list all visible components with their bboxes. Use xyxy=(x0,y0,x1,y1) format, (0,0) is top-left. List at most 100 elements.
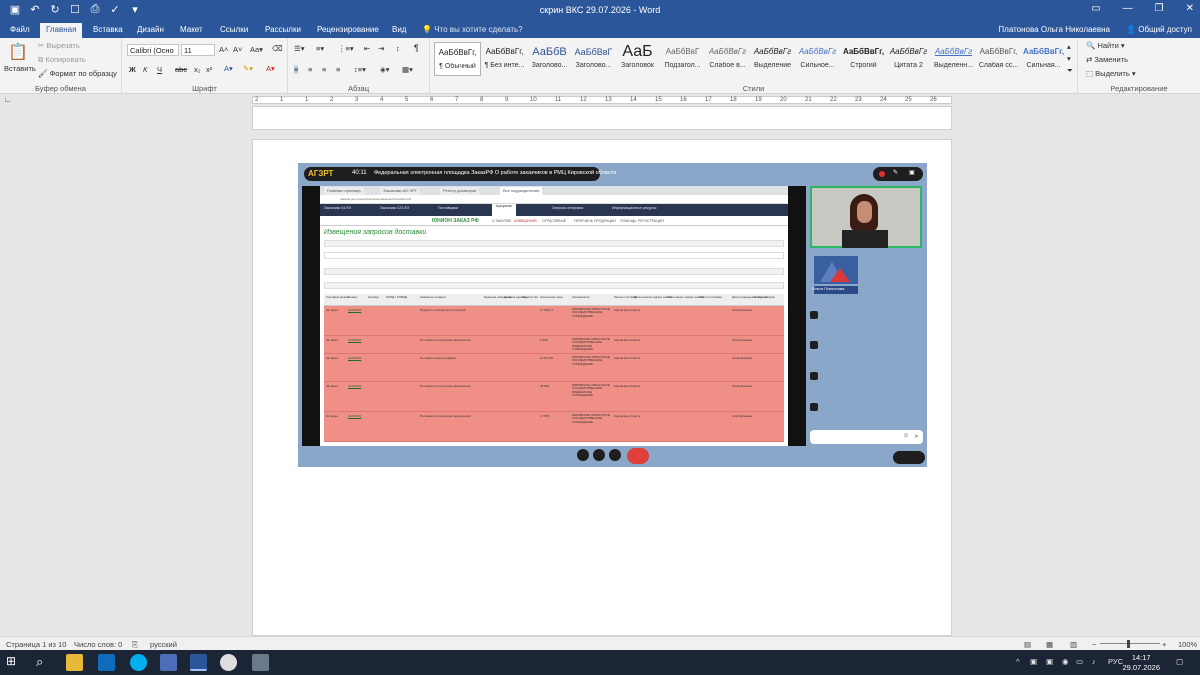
site-nav-item[interactable]: ПЕРЕЧЕНЬ ПРОДУКЦИИ xyxy=(574,219,616,223)
file-explorer-icon[interactable] xyxy=(66,654,83,671)
portal-nav-item[interactable]: Запросы котировок xyxy=(552,206,583,210)
underline-button[interactable]: Ч xyxy=(157,65,162,74)
style-quote[interactable]: АаБбВвГг Цитата 2 xyxy=(885,42,932,76)
minimize-icon[interactable]: — xyxy=(1123,3,1133,14)
participant-tile[interactable]: Ольга Платонова xyxy=(810,252,860,304)
notifications-icon[interactable]: ▢ xyxy=(1176,657,1183,666)
style-heading-2[interactable]: АаБбВвГ Заголово... xyxy=(570,42,617,76)
zoom-thumb[interactable] xyxy=(1127,640,1130,648)
site-nav-item[interactable]: ПОМОЩЬ xyxy=(620,219,636,223)
zoom-slider[interactable] xyxy=(1100,643,1160,644)
mic-icon[interactable]: ✎ xyxy=(893,169,898,176)
chrome-icon[interactable] xyxy=(220,654,237,671)
table-header-cell[interactable]: Организатор xyxy=(572,295,590,299)
tray-chevron-icon[interactable]: ^ xyxy=(1016,657,1020,666)
zoom-level[interactable]: 100% xyxy=(1178,640,1197,649)
site-nav-item[interactable]: О ЗАКУПКЕ xyxy=(492,219,511,223)
tray-skype-icon[interactable]: ◉ xyxy=(1062,657,1069,666)
tab-mailings[interactable]: Рассылки xyxy=(265,25,301,34)
superscript-button[interactable]: x² xyxy=(206,65,212,74)
justify-icon[interactable]: ≡ xyxy=(336,65,340,74)
shrink-font-icon[interactable]: A˅ xyxy=(233,45,242,54)
address-bar[interactable]: zakupki.gov.ru/epz/order/extendedsearch/… xyxy=(320,195,788,204)
bullets-icon[interactable]: ☰▾ xyxy=(294,44,305,53)
tab-design[interactable]: Дизайн xyxy=(137,25,164,34)
embedded-screenshot[interactable]: АГЗРТ 40:11 Федеральная электронная площ… xyxy=(298,163,927,467)
browser-tab[interactable]: Главная страница xyxy=(324,187,364,195)
chat-input[interactable]: ☺ ➤ xyxy=(810,430,923,444)
table-row[interactable]: 44 закон 20256394 Поставка электротоваров 1… xyxy=(324,354,784,382)
find-button[interactable]: 🔍 Найти ▾ xyxy=(1086,41,1125,50)
network-icon[interactable]: ▭ xyxy=(1076,657,1083,666)
tab-references[interactable]: Ссылки xyxy=(220,25,248,34)
format-painter-button[interactable]: 🖌 Формат по образцу xyxy=(38,69,117,78)
increase-indent-icon[interactable]: ⇥ xyxy=(378,44,384,53)
send-icon[interactable]: ➤ xyxy=(914,433,919,440)
input-language[interactable]: РУС xyxy=(1108,657,1123,666)
table-cell-number[interactable]: 20256399 xyxy=(348,414,361,418)
font-family-select[interactable]: Calibri (Осно xyxy=(127,44,179,56)
table-cell-number[interactable]: 20256389 xyxy=(348,308,361,312)
multilevel-list-icon[interactable]: ⋮≡▾ xyxy=(338,44,354,53)
table-header-cell[interactable]: ОКПД / ОКВЭД xyxy=(386,295,407,299)
numbering-icon[interactable]: ≡▾ xyxy=(316,44,324,53)
word-icon[interactable] xyxy=(190,654,207,671)
web-layout-icon[interactable]: ▥ xyxy=(1070,640,1077,649)
table-row[interactable]: 44 закон 20256391 Поставка строительных ма… xyxy=(324,336,784,354)
table-cell-number[interactable]: 20256391 xyxy=(348,338,361,342)
mute-icon[interactable] xyxy=(593,449,605,461)
side-button[interactable] xyxy=(810,311,818,319)
table-header-cell[interactable]: Название позиции xyxy=(420,295,446,299)
table-header-cell[interactable]: Статус закупки xyxy=(754,295,775,299)
close-icon[interactable]: ✕ xyxy=(1186,3,1194,14)
borders-icon[interactable]: ▦▾ xyxy=(402,65,413,74)
style-emphasis[interactable]: АаБбВвГг Выделение xyxy=(749,42,796,76)
table-cell-number[interactable]: 20256397 xyxy=(348,384,361,388)
subscript-button[interactable]: x₂ xyxy=(194,65,201,74)
table-header-cell[interactable]: Торговый режим xyxy=(326,295,349,299)
site-nav-item[interactable]: ОТРАСЛЕВЫЕ xyxy=(542,219,566,223)
portal-nav-item[interactable]: Информационные ресурсы xyxy=(612,206,656,210)
app-icon[interactable] xyxy=(252,654,269,671)
styles-more-icon[interactable]: ⏷ xyxy=(1067,66,1073,76)
italic-button[interactable]: К xyxy=(143,65,147,74)
align-right-icon[interactable]: ≡ xyxy=(322,65,326,74)
styles-scroll-down-icon[interactable]: ▾ xyxy=(1067,54,1071,63)
hangup-button[interactable] xyxy=(627,448,649,464)
emoji-icon[interactable]: ☺ xyxy=(903,433,909,439)
highlight-icon[interactable]: ✎▾ xyxy=(243,64,253,73)
paste-icon[interactable]: 📋 xyxy=(8,42,28,62)
table-header-cell[interactable]: Артикул xyxy=(368,295,379,299)
table-row[interactable]: 44 закон 20256399 Поставка строительных ма… xyxy=(324,412,784,442)
page-count[interactable]: Страница 1 из 10 xyxy=(6,640,66,649)
style-subtle-emphasis[interactable]: АаБбВвГг Слабое в... xyxy=(704,42,751,76)
style-intense-reference[interactable]: АаБбВвГг, Сильная... xyxy=(1020,42,1067,76)
clear-formatting-icon[interactable]: ⌫ xyxy=(272,44,283,53)
line-spacing-icon[interactable]: ↕≡▾ xyxy=(354,65,366,74)
tab-view[interactable]: Вид xyxy=(392,25,406,34)
tab-home[interactable]: Главная xyxy=(40,23,83,38)
tell-me-search[interactable]: 💡 Что вы хотите сделать? xyxy=(422,25,523,34)
side-button[interactable] xyxy=(810,403,818,411)
select-button[interactable]: ⬚ Выделить ▾ xyxy=(1086,69,1136,78)
font-size-select[interactable]: 11 xyxy=(181,44,215,56)
table-row[interactable]: 44 закон 20256397 Поставка строительных ма… xyxy=(324,382,784,412)
replace-button[interactable]: ⇄ Заменить xyxy=(1086,55,1128,64)
portal-nav-item-active[interactable]: Аукционы xyxy=(492,204,516,216)
side-button[interactable] xyxy=(810,372,818,380)
share-button[interactable]: 👤 Общий доступ xyxy=(1126,25,1192,34)
copy-button[interactable]: ⧉ Копировать xyxy=(38,55,86,65)
style-subtitle[interactable]: АаБбВвГ Подзагол... xyxy=(659,42,706,76)
style-normal[interactable]: АаБбВвГг, ¶ Обычный xyxy=(434,42,481,76)
search-icon[interactable]: ⌕ xyxy=(36,654,53,671)
tab-review[interactable]: Рецензирование xyxy=(317,25,379,34)
portal-nav-item[interactable]: Поставщики xyxy=(438,206,458,210)
hand-icon[interactable] xyxy=(577,449,589,461)
style-title[interactable]: АаБ Заголовок xyxy=(614,42,661,76)
show-marks-button[interactable]: ¶ xyxy=(414,43,419,53)
table-header-cell[interactable]: Начальная цена xyxy=(540,295,563,299)
portal-nav-item[interactable]: Заказчики 44-ФЗ xyxy=(324,206,351,210)
filter-tabs[interactable] xyxy=(324,282,784,289)
zoom-in-icon[interactable]: + xyxy=(1162,640,1166,649)
print-layout-icon[interactable]: ▦ xyxy=(1046,640,1053,649)
